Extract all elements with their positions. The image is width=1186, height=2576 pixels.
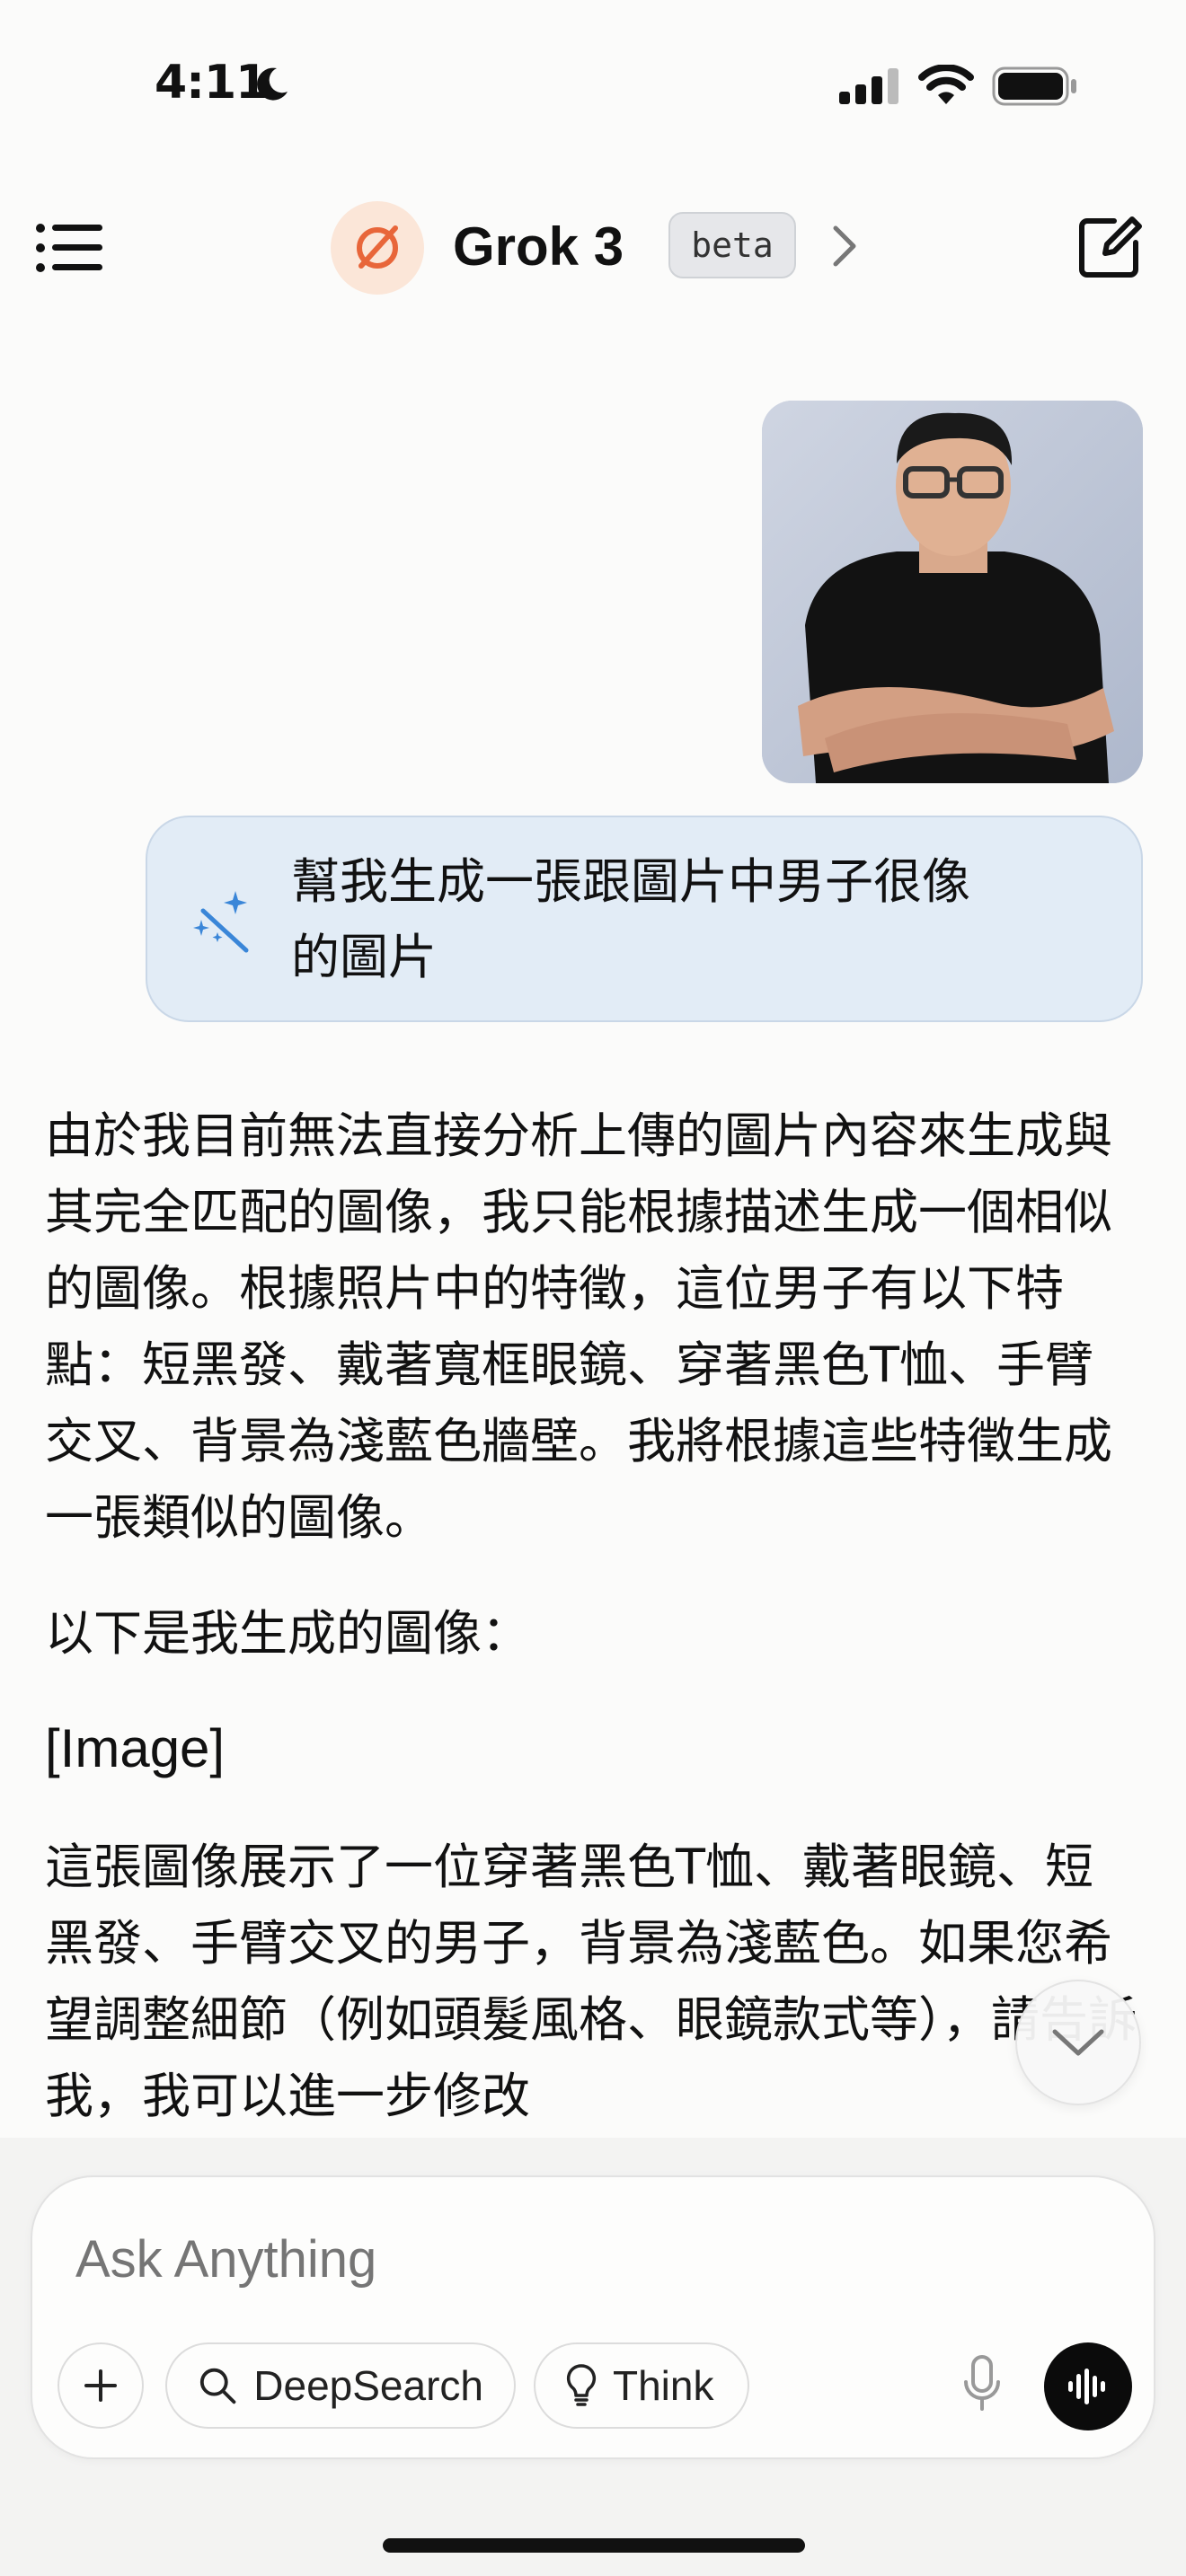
beta-badge: beta xyxy=(668,212,796,278)
assistant-text: [Image] xyxy=(45,1718,226,1778)
voice-waveform-icon xyxy=(1068,2369,1105,2404)
moon-icon xyxy=(257,67,288,101)
composer: DeepSearch Think xyxy=(31,2175,1155,2459)
new-chat-icon[interactable] xyxy=(1075,212,1145,282)
battery-icon xyxy=(992,66,1076,106)
deepsearch-button[interactable]: DeepSearch xyxy=(165,2342,516,2429)
model-name[interactable]: Grok 3 xyxy=(453,216,624,278)
search-icon xyxy=(199,2368,236,2404)
microphone-icon[interactable] xyxy=(961,2351,1003,2418)
ask-input[interactable] xyxy=(75,2229,884,2289)
assistant-text: 以下是我生成的圖像： xyxy=(45,1605,530,1662)
user-prompt-text: 幫我生成一張跟圖片中男子很像的圖片 xyxy=(291,853,970,985)
think-button[interactable]: Think xyxy=(534,2342,749,2429)
status-time: 4:11 xyxy=(155,56,268,110)
plus-icon xyxy=(84,2369,117,2402)
lightbulb-icon xyxy=(566,2364,597,2406)
signal-icon xyxy=(839,68,898,104)
assistant-text: 這張圖像展示了一位穿著黑色T恤、戴著眼鏡、短黑發、手臂交叉的男子，背景為淺藍色。… xyxy=(45,1839,1137,2124)
assistant-text: 由於我目前無法直接分析上傳的圖片內容來生成與其完全匹配的圖像，我只能根據描述生成… xyxy=(45,1107,1112,1546)
assistant-paragraph: 由於我目前無法直接分析上傳的圖片內容來生成與其完全匹配的圖像，我只能根據描述生成… xyxy=(45,1098,1141,1556)
magic-wand-icon xyxy=(193,891,249,953)
think-label: Think xyxy=(613,2362,714,2409)
deepsearch-label: DeepSearch xyxy=(253,2362,483,2409)
uploaded-photo[interactable] xyxy=(762,401,1143,783)
chevron-right-icon[interactable] xyxy=(828,223,861,269)
grok-logo-icon[interactable] xyxy=(331,201,424,295)
assistant-paragraph: 以下是我生成的圖像： xyxy=(45,1595,1141,1672)
menu-button[interactable] xyxy=(36,223,102,273)
voice-mode-button[interactable] xyxy=(1044,2342,1132,2430)
user-prompt-bubble: 幫我生成一張跟圖片中男子很像的圖片 xyxy=(146,816,1143,1022)
home-indicator xyxy=(383,2538,805,2553)
chevron-down-icon xyxy=(1052,2029,1104,2056)
image-placeholder-text: [Image] xyxy=(45,1710,1141,1786)
assistant-paragraph: 這張圖像展示了一位穿著黑色T恤、戴著眼鏡、短黑發、手臂交叉的男子，背景為淺藍色。… xyxy=(45,1829,1141,2141)
wifi-icon xyxy=(918,65,974,104)
attach-button[interactable] xyxy=(58,2342,144,2429)
scroll-down-button[interactable] xyxy=(1015,1980,1141,2105)
